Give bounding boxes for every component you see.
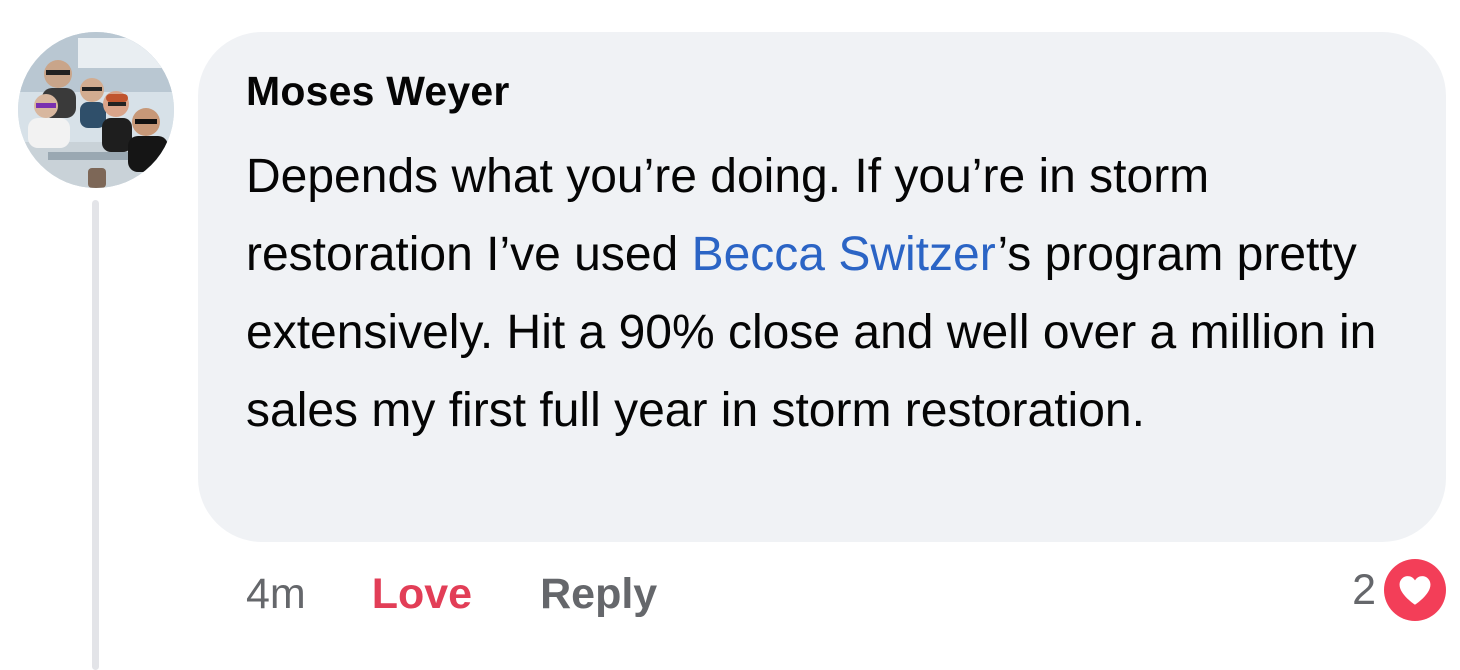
profile-photo-group-icon [18, 32, 174, 188]
comment-bubble: Moses Weyer Depends what you’re doing. I… [198, 32, 1446, 542]
mention-link[interactable]: Becca Switzer [692, 228, 998, 281]
comment-actions: 4m Love Reply [246, 568, 657, 620]
comment-timestamp[interactable]: 4m [246, 568, 306, 620]
thread-line [92, 200, 99, 670]
love-button[interactable]: Love [372, 568, 472, 620]
avatar[interactable] [18, 32, 174, 188]
heart-icon [1384, 559, 1446, 621]
reaction-summary[interactable]: 2 [1352, 558, 1446, 622]
reply-button[interactable]: Reply [540, 568, 657, 620]
comment-author[interactable]: Moses Weyer [246, 66, 1406, 116]
comment-text: Depends what you’re doing. If you’re in … [246, 138, 1406, 450]
reaction-count: 2 [1352, 565, 1376, 614]
